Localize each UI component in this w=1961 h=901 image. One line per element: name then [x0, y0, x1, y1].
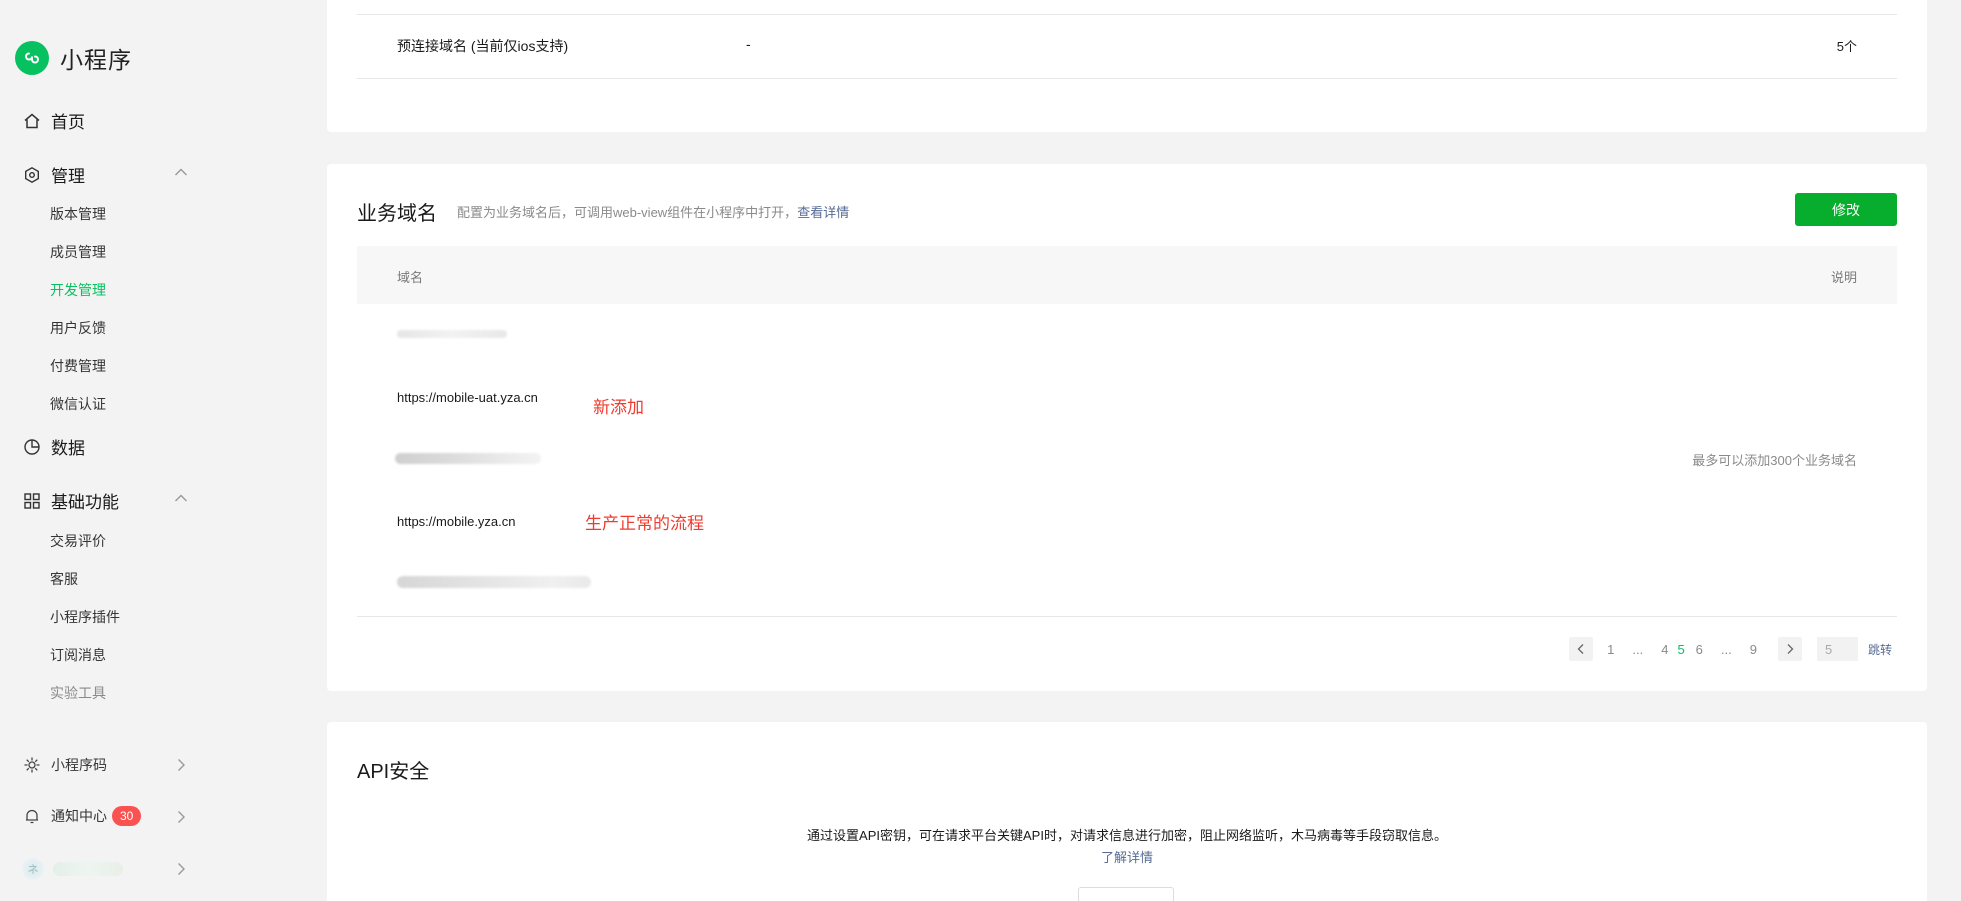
chevron-up-icon[interactable]: [172, 489, 190, 507]
api-security-card: API安全 通过设置API密钥，可在请求平台关键API时，对请求信息进行加密，阻…: [327, 722, 1927, 901]
sidebar-item-label: 小程序码: [51, 757, 107, 773]
notification-count-badge: 30: [112, 806, 142, 826]
next-page-button[interactable]: [1777, 637, 1802, 661]
sun-qrcode-icon: [22, 755, 42, 775]
home-icon: [22, 111, 42, 131]
section-title: 业务域名: [357, 203, 437, 225]
sidebar-item-members[interactable]: 成员管理: [50, 242, 106, 262]
page-jump-button[interactable]: 跳转: [1868, 641, 1892, 658]
sidebar-item-plugins[interactable]: 小程序插件: [50, 607, 120, 627]
sidebar-item-service[interactable]: 客服: [50, 569, 78, 589]
sidebar-item-reviews[interactable]: 交易评价: [50, 531, 106, 551]
sidebar-item-label: 管理: [51, 167, 85, 186]
preconnect-value: -: [746, 36, 751, 52]
current-page-number[interactable]: 5: [1677, 642, 1684, 657]
domain-item: https://mobile-uat.yza.cn: [397, 390, 538, 405]
divider: [357, 616, 1897, 617]
miniprogram-logo-icon: [15, 41, 49, 75]
annotation-text: 生产正常的流程: [585, 514, 704, 533]
chevron-right-icon[interactable]: [172, 808, 190, 826]
divider: [357, 14, 1897, 15]
sidebar-item-notify[interactable]: 通知中心 30: [22, 806, 142, 826]
view-details-link[interactable]: 查看详情: [797, 205, 849, 220]
api-setup-button[interactable]: [1078, 887, 1174, 901]
chevron-right-icon[interactable]: [172, 860, 190, 878]
server-domain-card: 预连接域名 (当前仅ios支持) - 5个: [327, 0, 1927, 132]
sidebar-item-manage[interactable]: 管理: [22, 162, 85, 187]
section-title: API安全: [357, 761, 430, 783]
learn-more-link[interactable]: 了解详情: [327, 847, 1927, 866]
chevron-up-icon[interactable]: [172, 163, 190, 181]
column-header-note: 说明: [1830, 270, 1857, 285]
page-ellipsis: ...: [1720, 641, 1732, 657]
sidebar-item-label: 基础功能: [51, 493, 119, 512]
sidebar-item-label: 数据: [51, 439, 85, 458]
chevron-right-icon[interactable]: [172, 756, 190, 774]
sidebar-item-version[interactable]: 版本管理: [50, 204, 106, 224]
api-security-description: 通过设置API密钥，可在请求平台关键API时，对请求信息进行加密，阻止网络监听，…: [807, 828, 1447, 843]
preconnect-label: 预连接域名 (当前仅ios支持): [397, 38, 569, 54]
bell-icon: [22, 806, 42, 826]
prev-page-button[interactable]: [1569, 637, 1594, 661]
domain-limit-note: 最多可以添加300个业务域名: [1692, 453, 1857, 468]
sidebar-item-home[interactable]: 首页: [22, 108, 85, 133]
page-number[interactable]: 9: [1750, 642, 1757, 657]
column-header-domain: 域名: [397, 270, 424, 285]
blurred-domain-row: [397, 330, 507, 338]
section-description: 配置为业务域名后，可调用web-view组件在小程序中打开，查看详情: [457, 205, 850, 220]
preconnect-count: 5个: [1836, 39, 1857, 54]
sidebar-item-data[interactable]: 数据: [22, 434, 85, 459]
grid-icon: [22, 491, 42, 511]
page-number[interactable]: 1: [1607, 642, 1614, 657]
sidebar-account[interactable]: ネ: [22, 858, 123, 880]
sidebar-item-dev[interactable]: 开发管理: [50, 280, 106, 300]
page-ellipsis: ...: [1632, 641, 1644, 657]
business-domain-card: 业务域名 配置为业务域名后，可调用web-view组件在小程序中打开，查看详情 …: [327, 164, 1927, 691]
app-logo[interactable]: 小程序: [15, 41, 132, 75]
blurred-domain-row: [397, 576, 591, 588]
page-jump-input[interactable]: [1816, 637, 1858, 661]
sidebar-item-label: 通知中心: [51, 808, 107, 824]
sidebar-item-verify[interactable]: 微信认证: [50, 394, 106, 414]
domain-item: https://mobile.yza.cn: [397, 514, 516, 529]
sidebar-item-payment[interactable]: 付费管理: [50, 356, 106, 376]
sidebar-item-feedback[interactable]: 用户反馈: [50, 318, 106, 338]
blurred-domain-row: [395, 453, 541, 464]
sidebar-item-qrcode[interactable]: 小程序码: [22, 755, 107, 775]
sidebar-item-label: 首页: [51, 113, 85, 132]
page-number[interactable]: 6: [1696, 642, 1703, 657]
table-header: 域名 说明: [357, 246, 1897, 304]
avatar: ネ: [22, 858, 44, 880]
page-number[interactable]: 4: [1661, 642, 1668, 657]
sidebar-item-lab[interactable]: 实验工具: [50, 683, 106, 703]
sidebar-item-subscribe[interactable]: 订阅消息: [50, 645, 106, 665]
annotation-text: 新添加: [593, 398, 644, 417]
divider: [357, 78, 1897, 79]
sidebar: 小程序 首页 管理 版本管理 成员管理 开发管理 用户反馈 付费管理 微信认证 …: [0, 0, 214, 901]
settings-hex-icon: [22, 165, 42, 185]
edit-button[interactable]: 修改: [1795, 193, 1897, 226]
app-title: 小程序: [60, 47, 132, 73]
pagination: 1 ... 4 5 6 ... 9 跳转: [1569, 637, 1892, 661]
pie-chart-icon: [22, 437, 42, 457]
account-name-blurred: [53, 862, 123, 876]
sidebar-item-basic[interactable]: 基础功能: [22, 488, 119, 513]
